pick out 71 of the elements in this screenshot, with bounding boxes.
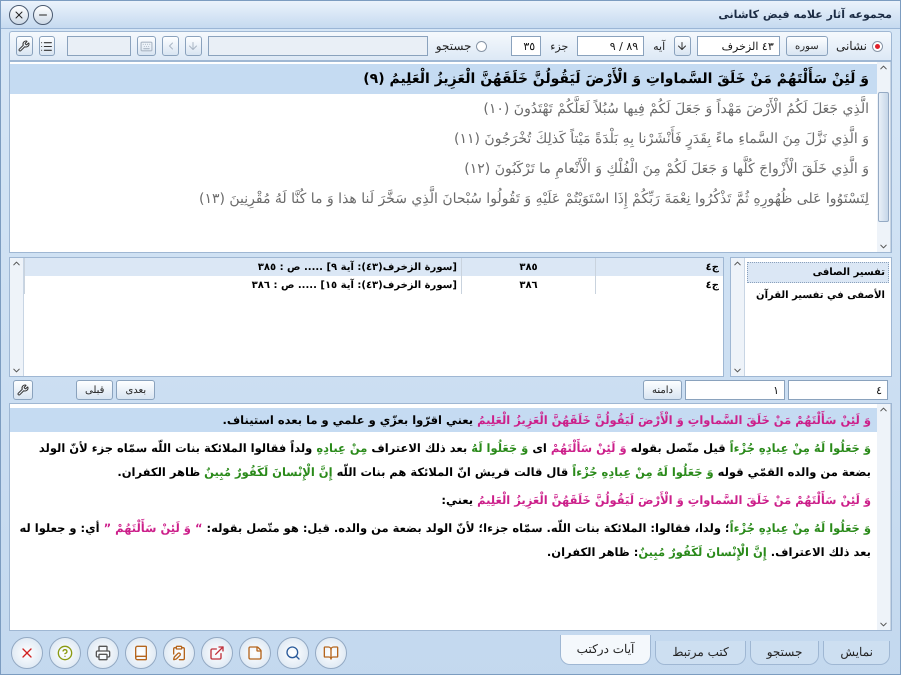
edit-button[interactable]: [163, 636, 195, 668]
surah-button[interactable]: سوره: [786, 36, 828, 56]
open-book-icon: [323, 644, 339, 660]
down-arrow-icon: [187, 40, 200, 52]
scrollbar[interactable]: [877, 404, 891, 630]
commentary-paragraph: وَ جَعَلُوا لَهُ مِنْ عِبادِهِ جُزْءاً؛ ولدا، فقالوا: الملائكة بنات اللّه. سمّاه جزءا؛ لأنّ الولد بضعة من والده. قيل: هو متّصل بقوله: “ وَ لَئِنْ سَأَلْتَهُمْ ” أي: و جعلوا له بعد ذلك الاعتراف. إِنَّ الْإِنْسانَ لَكَفُورٌ مُبِينٌ: ظاهر الكفران.: [10, 516, 877, 564]
search-radio[interactable]: جستجو: [434, 39, 490, 53]
keyboard-icon: [140, 40, 154, 52]
search-field[interactable]: [208, 36, 428, 56]
book-button[interactable]: [125, 636, 157, 668]
down-arrow-icon: [676, 40, 688, 52]
verse-line[interactable]: لِتَسْتَوُوا عَلى ظُهُورِهِ ثُمَّ تَذْكُرُوا نِعْمَةَ رَبِّكُمْ إِذَا اسْتَوَيْتُمْ عَلَيْهِ وَ تَقُولُوا سُبْحانَ الَّذِي سَخَّرَ لَنا هذا وَ ما كُنَّا لَهُ مُقْرِنِينَ (١٣): [10, 184, 877, 214]
scrollbar[interactable]: [877, 62, 891, 252]
table-cell: ج٤: [595, 276, 723, 294]
tab[interactable]: نمایش: [823, 640, 890, 664]
wrench-button[interactable]: [16, 36, 33, 56]
clipboard-icon: [171, 644, 187, 660]
keyboard-button[interactable]: [136, 36, 156, 56]
range-button[interactable]: دامنه: [643, 380, 682, 400]
left-arrow-button[interactable]: [162, 36, 179, 56]
table-cell: [سورة الزخرف(٤٣): آية ٩] ..... ص : ٣٨٥: [24, 258, 461, 276]
table-cell: ٣٨٥: [461, 258, 595, 276]
wrench-button[interactable]: [13, 380, 33, 400]
book-icon: [133, 644, 149, 660]
address-radio[interactable]: نشانی: [834, 39, 885, 53]
scrollbar[interactable]: [10, 258, 24, 376]
surah-field[interactable]: ٤٣ الزخرف: [696, 36, 780, 56]
table-cell: ج٤: [595, 258, 723, 276]
search-button[interactable]: [277, 636, 309, 668]
tab[interactable]: جستجو: [750, 640, 820, 664]
text-field[interactable]: [67, 36, 131, 56]
verse-line[interactable]: الَّذِي جَعَلَ لَكُمُ الْأَرْضَ مَهْداً وَ جَعَلَ لَكُمْ فِيها سُبُلاً لَعَلَّكُمْ تَهْتَدُونَ (١٠): [10, 94, 877, 124]
help-button[interactable]: [49, 636, 81, 668]
down-arrow-button[interactable]: [674, 36, 691, 56]
close-button[interactable]: [11, 636, 43, 668]
note-button[interactable]: [239, 636, 271, 668]
close-button[interactable]: [9, 4, 29, 24]
juz-field[interactable]: ٣٥: [511, 36, 542, 56]
verse-label: آیه: [652, 40, 666, 52]
previous-button[interactable]: قبلی: [76, 380, 114, 400]
range-end-field[interactable]: ٤: [788, 380, 888, 400]
minimize-button[interactable]: [33, 4, 53, 24]
search-icon: [285, 644, 301, 660]
juz-label: جزء: [549, 40, 570, 52]
print-button[interactable]: [87, 636, 119, 668]
close-icon: [13, 8, 25, 20]
tab[interactable]: آیات درکتب: [560, 634, 652, 664]
range-start-field[interactable]: ١: [685, 380, 785, 400]
commentary-paragraph: وَ جَعَلُوا لَهُ مِنْ عِبادِهِ جُزْءاً قيل متّصل بقوله وَ لَئِنْ سَأَلْتَهُمْ اى وَ جَعَلُوا لَهُ بعد ذلك الاعتراف مِنْ عِبادِهِ ولداً فقالوا الملائكة بنات اللّه سمّاه جزء لأنّ الولد بضعة من والده القمّي قوله وَ جَعَلُوا لَهُ مِنْ عِبادِهِ جُزْءاً قال قالت قريش انّ الملائكة هم بنات اللّه إِنَّ الْإِنْسانَ لَكَفُورٌ مُبِينٌ ظاهر الكفران.: [10, 436, 877, 484]
book-item[interactable]: الأصفى في تفسير القرآن: [747, 285, 889, 306]
export-icon: [209, 644, 225, 660]
tab[interactable]: کتب مرتبط: [655, 640, 746, 664]
wrench-icon: [18, 40, 30, 52]
note-icon: [247, 644, 263, 660]
list-button[interactable]: [38, 36, 56, 56]
verse-line[interactable]: وَ الَّذِي خَلَقَ الْأَزْواجَ كُلَّها وَ جَعَلَ لَكُمْ مِنَ الْفُلْكِ وَ الْأَنْعامِ ما تَرْكَبُونَ (١٢): [10, 154, 877, 184]
printer-icon: [95, 644, 111, 660]
wrench-icon: [17, 384, 29, 396]
table-cell: ٣٨٦: [461, 276, 595, 294]
help-icon: [57, 644, 73, 660]
verse-line[interactable]: وَ الَّذِي نَزَّلَ مِنَ السَّماءِ ماءً بِقَدَرٍ فَأَنْشَرْنا بِهِ بَلْدَةً مَيْتاً كَذلِكَ تُخْرَجُونَ (١١): [10, 124, 877, 154]
book-item[interactable]: تفسير الصافى: [747, 262, 889, 283]
commentary-paragraph: وَ لَئِنْ سَأَلْتَهُمْ مَنْ خَلَقَ السَّماواتِ وَ الْأَرْضَ لَيَقُولُنَّ خَلَقَهُنَّ الْعَزِيزُ الْعَلِيمُ يعني اقرّوا بعزّي و علمي و ما بعده استيناف.: [10, 408, 877, 432]
commentary-paragraph: وَ لَئِنْ سَأَلْتَهُمْ مَنْ خَلَقَ السَّماواتِ وَ الْأَرْضَ لَيَقُولُنَّ خَلَقَهُنَّ الْعَزِيزُ الْعَلِيمُ يعني:: [10, 488, 877, 512]
export-button[interactable]: [201, 636, 233, 668]
window-title: مجموعه آثار علامه فیض کاشانی: [718, 8, 892, 21]
list-icon: [40, 40, 54, 52]
next-button[interactable]: بعدی: [116, 380, 156, 400]
verse-field[interactable]: ٨٩ / ٩: [577, 36, 644, 56]
scrollbar[interactable]: [731, 258, 745, 376]
book-button[interactable]: [315, 636, 347, 668]
